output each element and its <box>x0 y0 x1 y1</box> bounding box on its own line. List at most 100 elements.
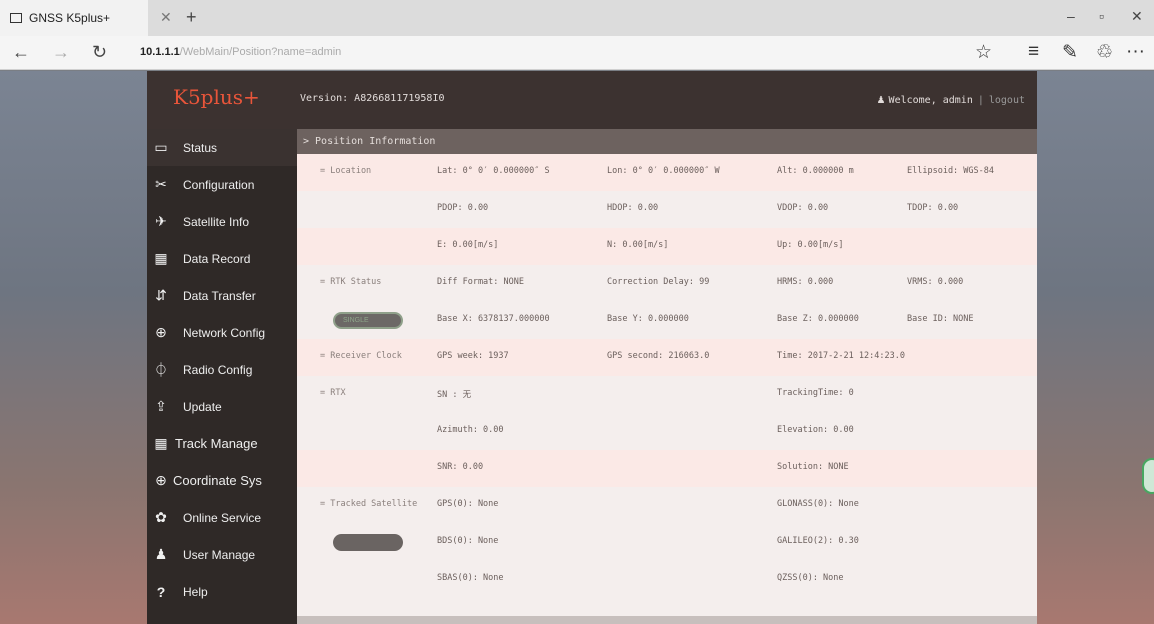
panel-title: > Position Information <box>297 129 1037 154</box>
sidebar-item-label: Radio Config <box>183 362 253 377</box>
welcome-area: ♟ Welcome, admin | logout <box>877 92 1025 106</box>
base-y: Base Y: 0.000000 <box>607 314 689 324</box>
new-tab-button[interactable]: + <box>186 7 197 28</box>
page-icon <box>10 13 22 23</box>
table-row: SINGLE Base X: 6378137.000000 Base Y: 0.… <box>297 302 1037 339</box>
sidebar-item-help[interactable]: ? Help <box>147 573 297 610</box>
logo: K5plus+ <box>173 85 260 109</box>
minimize-button[interactable]: – <box>1067 8 1075 24</box>
sidebar-item-update[interactable]: ⇪ Update <box>147 388 297 425</box>
section-label: = RTX <box>320 388 346 398</box>
section-label: = Location <box>320 166 372 176</box>
more-icon[interactable]: ··· <box>1126 41 1145 63</box>
section-label: = Tracked Satellite <box>320 499 418 509</box>
sidebar-item-label: Data Transfer <box>183 288 256 303</box>
base-id: Base ID: NONE <box>907 314 974 324</box>
n-velocity: N: 0.00[m/s] <box>607 240 669 250</box>
browser-tab[interactable]: GNSS K5plus+ <box>0 0 148 36</box>
tools-icon: ✂ <box>155 176 167 192</box>
hrms-value: HRMS: 0.000 <box>777 277 834 287</box>
sidebar-item-network-config[interactable]: ⊕ Network Config <box>147 314 297 351</box>
app-header: K5plus+ Version: A826681171958I0 ♟ Welcom… <box>147 71 1037 129</box>
tab-title: GNSS K5plus+ <box>29 11 111 25</box>
rtx-sn: SN : 无 <box>437 390 472 400</box>
users-icon: ♟ <box>154 546 168 562</box>
table-row: SBAS(0): None QZSS(0): None <box>297 561 1037 598</box>
sidebar-item-configuration[interactable]: ✂ Configuration <box>147 166 297 203</box>
forward-button[interactable]: → <box>52 42 70 63</box>
service-icon: ✿ <box>155 509 167 525</box>
table-row: SNR: 0.00 Solution: NONE <box>297 450 1037 487</box>
sidebar: ▭ Status ✂ Configuration ✈ Satellite Info ▦… <box>147 129 297 624</box>
tdop-value: TDOP: 0.00 <box>907 203 959 213</box>
floating-handle[interactable] <box>1142 458 1154 494</box>
address-bar: ← → ↻ 10.1.1.1/WebMain/Position?name=adm… <box>0 36 1154 70</box>
sidebar-item-status[interactable]: ▭ Status <box>147 129 297 166</box>
browser-tab-bar: GNSS K5plus+ ✕ + – ▫ ✕ <box>0 0 1154 36</box>
table-row: = Location Lat: 0° 0′ 0.000000″ S Lon: 0… <box>297 154 1037 191</box>
correction-delay: Correction Delay: 99 <box>607 277 710 287</box>
table-row: = RTK Status Diff Format: NONE Correctio… <box>297 265 1037 302</box>
gps-second: GPS second: 216063.0 <box>607 351 710 361</box>
hdop-value: HDOP: 0.00 <box>607 203 659 213</box>
table-row: BDS(0): None GALILEO(2): 0.30 <box>297 524 1037 561</box>
satellite-badge <box>333 534 403 551</box>
diff-format: Diff Format: NONE <box>437 277 524 287</box>
azimuth: Azimuth: 0.00 <box>437 425 504 435</box>
sidebar-item-track-manage[interactable]: ▦ Track Manage <box>147 425 297 462</box>
sidebar-item-label: Configuration <box>183 177 255 192</box>
sidebar-item-label: Status <box>183 140 218 155</box>
sidebar-item-label: Satellite Info <box>183 214 250 229</box>
alt-value: Alt: 0.000000 m <box>777 166 854 176</box>
sidebar-item-label: Coordinate Sys <box>173 473 262 488</box>
track-icon: ▦ <box>154 435 168 451</box>
gps-satellites: GPS(0): None <box>437 499 499 509</box>
divider: | <box>977 95 984 106</box>
user-icon: ♟ <box>877 92 885 106</box>
galileo-satellites: GALILEO(2): 0.30 <box>777 536 859 546</box>
sidebar-item-label: Online Service <box>183 510 262 525</box>
calendar-icon: ▦ <box>154 250 168 266</box>
solution: Solution: NONE <box>777 462 849 472</box>
glonass-satellites: GLONASS(0): None <box>777 499 859 509</box>
sidebar-item-label: Update <box>183 399 222 414</box>
maximize-button[interactable]: ▫ <box>1099 8 1104 24</box>
rtk-status-text: SINGLE <box>343 317 369 324</box>
section-label: = RTK Status <box>320 277 382 287</box>
sidebar-item-label: Track Manage <box>175 436 258 451</box>
web-note-icon[interactable]: ✎ <box>1062 41 1078 64</box>
hub-icon[interactable]: ≡ <box>1028 41 1039 63</box>
logout-link[interactable]: logout <box>989 95 1025 106</box>
sidebar-item-satellite-info[interactable]: ✈ Satellite Info <box>147 203 297 240</box>
url-path: /WebMain/Position?name=admin <box>179 46 342 58</box>
back-button[interactable]: ← <box>12 42 30 63</box>
table-row: = Tracked Satellite GPS(0): None GLONASS… <box>297 487 1037 524</box>
sidebar-item-radio-config[interactable]: ⏀ Radio Config <box>147 351 297 388</box>
vdop-value: VDOP: 0.00 <box>777 203 829 213</box>
pdop-value: PDOP: 0.00 <box>437 203 489 213</box>
sidebar-item-label: Help <box>183 584 208 599</box>
table-row: Azimuth: 0.00 Elevation: 0.00 <box>297 413 1037 450</box>
share-icon[interactable]: ♲ <box>1096 41 1113 64</box>
sidebar-item-data-transfer[interactable]: ⇵ Data Transfer <box>147 277 297 314</box>
panel-footer <box>297 616 1037 624</box>
url-field[interactable]: 10.1.1.1/WebMain/Position?name=admin <box>140 46 341 58</box>
gps-week: GPS week: 1937 <box>437 351 509 361</box>
close-window-button[interactable]: ✕ <box>1131 8 1143 25</box>
version-text: Version: A826681171958I0 <box>300 93 445 104</box>
ellipsoid-value: Ellipsoid: WGS-84 <box>907 166 994 176</box>
sidebar-item-coordinate-sys[interactable]: ⊕ Coordinate Sys <box>147 462 297 499</box>
section-label: = Receiver Clock <box>320 351 402 361</box>
sidebar-item-user-manage[interactable]: ♟ User Manage <box>147 536 297 573</box>
sidebar-item-online-service[interactable]: ✿ Online Service <box>147 499 297 536</box>
transfer-icon: ⇵ <box>155 287 167 303</box>
base-x: Base X: 6378137.000000 <box>437 314 550 324</box>
sidebar-item-data-record[interactable]: ▦ Data Record <box>147 240 297 277</box>
e-velocity: E: 0.00[m/s] <box>437 240 499 250</box>
refresh-button[interactable]: ↻ <box>92 42 107 63</box>
tab-close-icon[interactable]: ✕ <box>160 9 172 26</box>
tracking-time: TrackingTime: 0 <box>777 388 854 398</box>
sidebar-item-label: User Manage <box>183 547 256 562</box>
vrms-value: VRMS: 0.000 <box>907 277 964 287</box>
favorite-icon[interactable]: ☆ <box>975 41 992 64</box>
